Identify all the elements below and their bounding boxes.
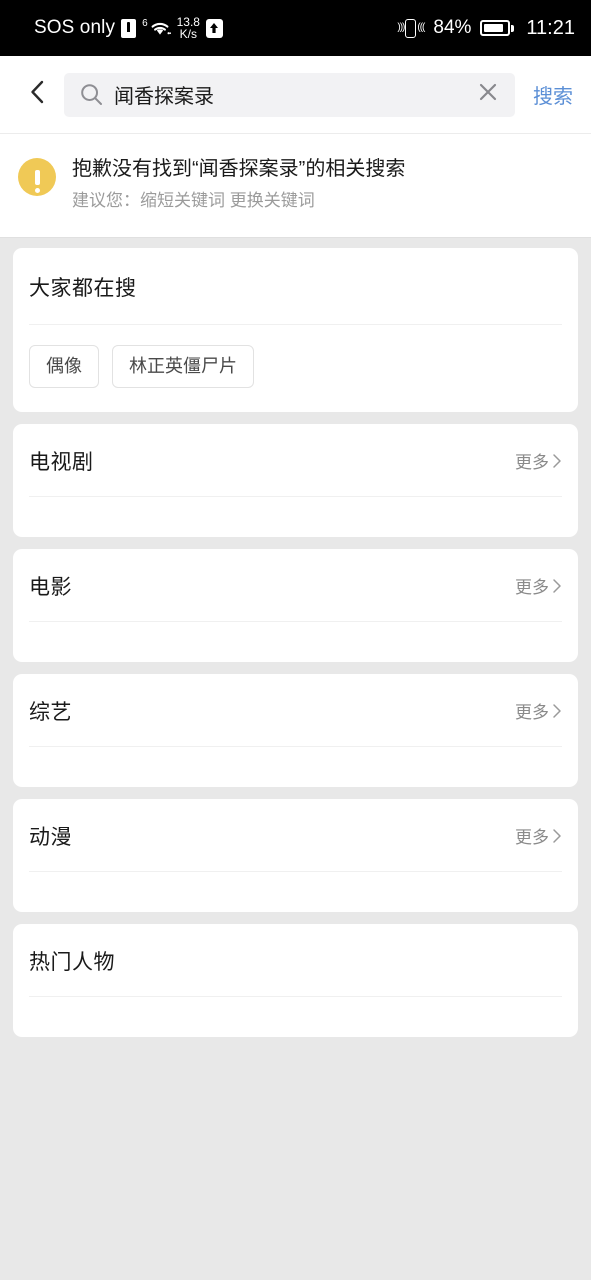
close-icon xyxy=(476,80,500,109)
category-card-movies: 电影 更多 xyxy=(13,548,578,662)
content-scroll-area[interactable]: 大家都在搜 偶像 林正英僵尸片 电视剧 更多 电影 更多 综艺 更多 动漫 更多… xyxy=(0,238,591,1280)
network-speed-unit: K/s xyxy=(179,27,197,41)
search-input-value[interactable]: 闻香探案录 xyxy=(114,80,475,109)
category-more-label: 更多 xyxy=(515,703,549,723)
category-items-empty xyxy=(29,622,562,662)
wifi-icon: 6 xyxy=(142,18,171,38)
network-gen-label: 6 xyxy=(142,18,148,29)
category-card-variety: 综艺 更多 xyxy=(13,673,578,787)
battery-icon xyxy=(480,20,515,36)
search-submit-button[interactable]: 搜索 xyxy=(531,74,575,115)
hot-search-title: 大家都在搜 xyxy=(29,277,137,301)
hot-search-tag[interactable]: 林正英僵尸片 xyxy=(112,345,254,388)
category-title: 综艺 xyxy=(29,700,72,724)
search-header: 闻香探案录 搜索 xyxy=(0,56,591,134)
category-title: 电影 xyxy=(29,575,72,599)
hot-search-tag-list: 偶像 林正英僵尸片 xyxy=(29,325,562,412)
no-result-suggestion: 建议您：缩短关键词 更换关键词 xyxy=(72,191,315,210)
category-card-anime: 动漫 更多 xyxy=(13,798,578,912)
category-title: 热门人物 xyxy=(29,950,115,974)
category-title: 电视剧 xyxy=(29,450,94,474)
alert-badge-icon xyxy=(121,18,137,38)
warning-exclamation-icon xyxy=(18,158,56,196)
network-speed-indicator: 13.8 K/s xyxy=(177,16,200,40)
category-header: 热门人物 xyxy=(29,924,562,996)
no-result-notice: 抱歉没有找到“闻香探案录”的相关搜索 建议您：缩短关键词 更换关键词 xyxy=(0,134,591,239)
category-more-button[interactable]: 更多 xyxy=(515,698,562,723)
category-card-popular-people: 热门人物 xyxy=(13,923,578,1037)
search-icon xyxy=(80,83,103,106)
carrier-label: SOS only xyxy=(34,17,116,38)
category-title: 动漫 xyxy=(29,825,72,849)
search-no-result-screen: SOS only 6 13.8 K/s))) (((84% 11:21 闻香… xyxy=(0,0,591,1280)
category-more-label: 更多 xyxy=(515,578,549,598)
chevron-right-icon xyxy=(552,578,562,594)
clear-search-button[interactable] xyxy=(475,82,501,108)
category-more-label: 更多 xyxy=(515,453,549,473)
vibrate-icon: ))) ((( xyxy=(397,18,425,38)
category-more-button[interactable]: 更多 xyxy=(515,448,562,473)
category-items-empty xyxy=(29,497,562,537)
category-header: 综艺 更多 xyxy=(29,674,562,746)
category-card-tv-series: 电视剧 更多 xyxy=(13,423,578,537)
category-header: 电影 更多 xyxy=(29,549,562,621)
upload-arrow-icon xyxy=(205,18,223,38)
hot-search-tag[interactable]: 偶像 xyxy=(29,345,99,388)
category-more-button[interactable]: 更多 xyxy=(515,573,562,598)
category-header: 电视剧 更多 xyxy=(29,424,562,496)
category-more-button[interactable]: 更多 xyxy=(515,823,562,848)
category-items-empty xyxy=(29,747,562,787)
chevron-left-icon xyxy=(26,79,50,110)
search-input[interactable]: 闻香探案录 xyxy=(64,72,515,117)
status-bar-left: SOS only 6 13.8 K/s xyxy=(34,16,223,40)
status-bar: SOS only 6 13.8 K/s))) (((84% 11:21 xyxy=(0,0,591,56)
chevron-right-icon xyxy=(552,453,562,469)
no-result-text-block: 抱歉没有找到“闻香探案录”的相关搜索 建议您：缩短关键词 更换关键词 xyxy=(72,156,405,211)
back-button[interactable] xyxy=(18,72,58,118)
clock-label: 11:21 xyxy=(526,16,575,39)
no-result-title: 抱歉没有找到“闻香探案录”的相关搜索 xyxy=(72,158,406,180)
battery-percent-label: 84% xyxy=(433,17,472,38)
chevron-right-icon xyxy=(552,828,562,844)
category-header: 动漫 更多 xyxy=(29,799,562,871)
category-items-empty xyxy=(29,872,562,912)
hot-search-card: 大家都在搜 偶像 林正英僵尸片 xyxy=(13,248,578,412)
category-more-label: 更多 xyxy=(515,828,549,848)
status-bar-right: ))) ((( 84% 11:21 xyxy=(397,17,575,40)
chevron-right-icon xyxy=(552,703,562,719)
category-items-empty xyxy=(29,997,562,1037)
hot-search-header: 大家都在搜 xyxy=(29,248,562,324)
